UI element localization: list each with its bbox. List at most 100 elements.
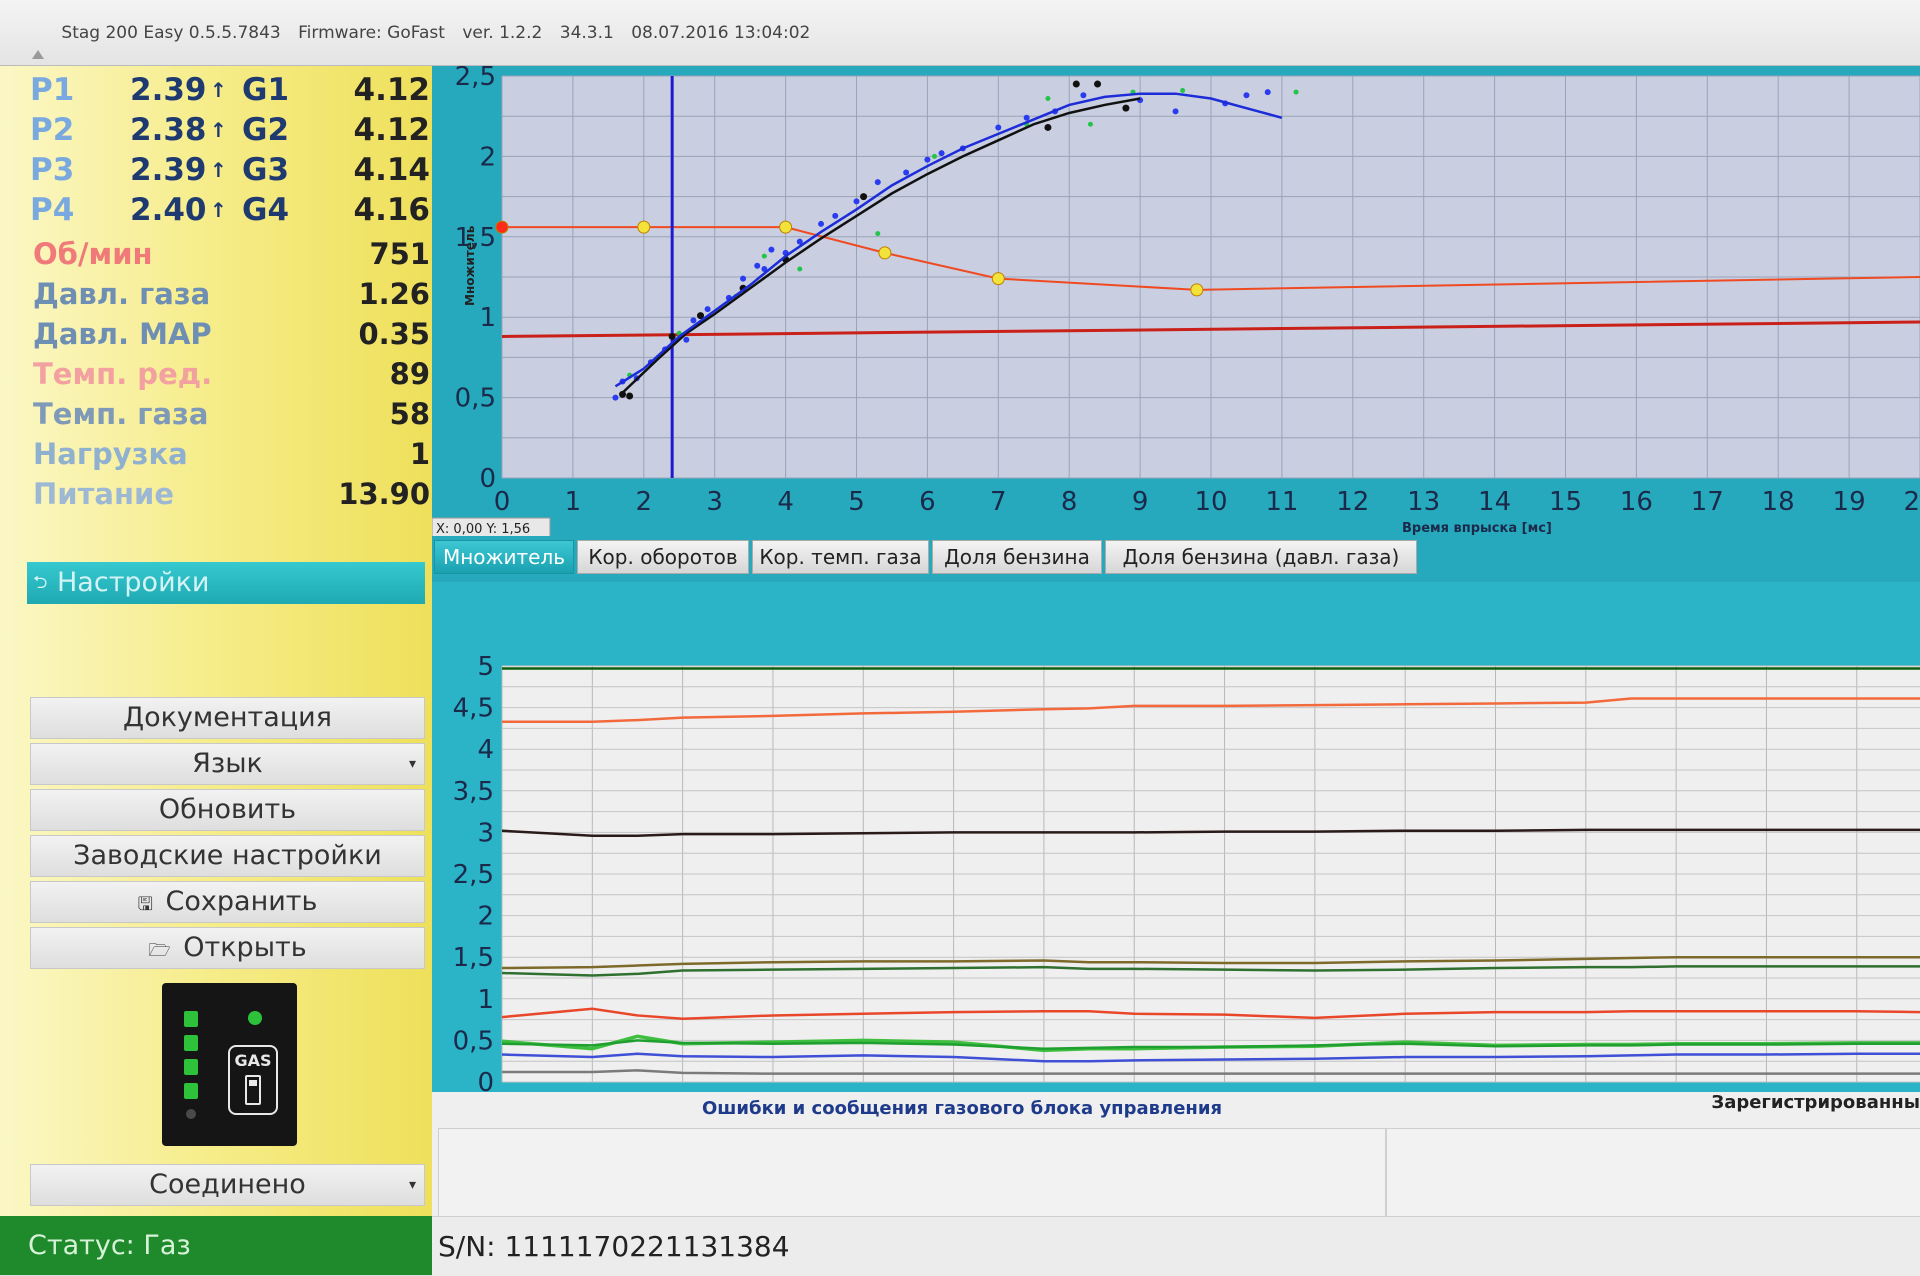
- tab-petrol-share-gas-pressure[interactable]: Доля бензина (давл. газа): [1105, 540, 1417, 574]
- left-panel: P1 2.39 ↑ G1 4.12 P2 2.38 ↑ G2 4.12 P3 2…: [0, 66, 432, 1275]
- status-bar: Статус: Газ: [0, 1216, 432, 1275]
- sensor-label: Нагрузка: [33, 437, 188, 471]
- language-label: Язык: [192, 748, 263, 779]
- sensor-label: Темп. ред.: [33, 357, 213, 391]
- sample-point-green: [1087, 121, 1093, 127]
- x-tick-label: 12: [1336, 487, 1369, 517]
- tab-multiplier[interactable]: Множитель: [434, 540, 574, 574]
- sample-point-blue: [832, 212, 839, 219]
- status-text: Статус: Газ: [28, 1230, 191, 1261]
- settings-header-label: Настройки: [57, 567, 210, 598]
- errors-list[interactable]: [438, 1128, 1386, 1224]
- y-tick-label: 1: [477, 985, 494, 1015]
- p-value: 2.39: [130, 72, 207, 108]
- tab-label: Множитель: [442, 545, 566, 569]
- multiplier-point: [495, 220, 509, 234]
- tab-petrol-share[interactable]: Доля бензина: [932, 540, 1102, 574]
- sample-point-blue: [995, 124, 1002, 131]
- led-level-3: [184, 1059, 198, 1075]
- sample-point-blue: [683, 336, 690, 343]
- sensor-supply-voltage: Питание 13.90: [30, 474, 430, 514]
- y-tick-label: 4,5: [453, 694, 494, 724]
- y-tick-label: 0,5: [453, 1026, 494, 1056]
- y-tick-label: 5: [477, 652, 494, 682]
- sample-point-blue: [690, 317, 697, 324]
- g-label: G3: [242, 152, 290, 188]
- sensor-value: 89: [389, 357, 430, 391]
- floppy-disk-icon: 🖫: [137, 894, 153, 915]
- language-select[interactable]: Язык ▾: [30, 743, 425, 785]
- chevron-down-icon: ▾: [408, 1177, 416, 1193]
- connection-select[interactable]: Соединено ▾: [30, 1164, 425, 1206]
- x-tick-label: 6: [919, 487, 936, 517]
- sample-point-black: [1122, 104, 1130, 112]
- g-value: 4.12: [353, 112, 431, 148]
- history-chart[interactable]: 00,511,522,533,544,550102030405060708090…: [432, 582, 1920, 1092]
- sample-point-blue: [1172, 108, 1179, 115]
- y-tick-label: 0: [477, 1068, 494, 1092]
- multiplier-point: [878, 246, 892, 260]
- sample-point-green: [875, 231, 881, 237]
- cursor-readout: X: 0,00 Y: 1,56: [436, 522, 530, 536]
- x-tick-label: 19: [1833, 487, 1866, 517]
- injector-row-4: P4 2.40 ↑ G4 4.16: [30, 190, 430, 230]
- led-reserve: [186, 1109, 196, 1119]
- settings-header[interactable]: ⮌ Настройки: [27, 562, 425, 604]
- chart-tabs: Множитель Кор. оборотов Кор. темп. газа …: [432, 536, 1920, 582]
- registered-list[interactable]: [1386, 1128, 1920, 1224]
- sample-point-green: [797, 266, 803, 272]
- x-axis-label: Время впрыска [мс]: [1402, 521, 1552, 536]
- title-datetime: 08.07.2016 13:04:02: [631, 23, 811, 43]
- connection-label: Соединено: [149, 1169, 306, 1200]
- p-label: P4: [30, 192, 75, 228]
- led-level-4: [184, 1083, 198, 1099]
- sample-point-black: [1094, 80, 1102, 88]
- injector-row-2: P2 2.38 ↑ G2 4.12: [30, 110, 430, 150]
- sample-point-black: [1044, 123, 1052, 131]
- y-tick-label: 2: [477, 902, 494, 932]
- tab-label: Кор. оборотов: [588, 545, 738, 569]
- documentation-button[interactable]: Документация: [30, 697, 425, 739]
- registered-title: Зарегистрированны: [1711, 1092, 1920, 1113]
- multiplier-chart[interactable]: 00,511,522,50 1 2 3 4 5 6 7 8 9 10 11 12 13 14 15 16 17 18…: [432, 66, 1920, 536]
- y-axis-label: Множитель: [463, 225, 477, 306]
- title-bar: Stag 200 Easy 0.5.5.7843 Firmware: GoFas…: [0, 0, 1920, 66]
- multiplier-point: [991, 272, 1005, 286]
- x-tick-label: 5: [848, 487, 865, 517]
- sensor-rpm: Об/мин 751: [30, 234, 430, 274]
- fuel-pump-icon[interactable]: GAS: [228, 1045, 278, 1115]
- y-tick-label: 1,5: [453, 943, 494, 973]
- x-tick-label: 17: [1691, 487, 1724, 517]
- x-tick-label: 0: [494, 487, 511, 517]
- title-version: ver. 1.2.2: [462, 23, 543, 43]
- sensor-value: 1: [409, 437, 430, 471]
- x-tick-label: 1: [565, 487, 582, 517]
- sensor-value: 1.26: [358, 277, 430, 311]
- led-gas-status: [248, 1011, 262, 1025]
- refresh-label: Обновить: [158, 794, 297, 825]
- x-tick-label: 7: [990, 487, 1007, 517]
- save-button[interactable]: 🖫 Сохранить: [30, 881, 425, 923]
- p-label: P1: [30, 72, 75, 108]
- factory-settings-button[interactable]: Заводские настройки: [30, 835, 425, 877]
- x-tick-label: 13: [1407, 487, 1440, 517]
- sensor-map-pressure: Давл. МАР 0.35: [30, 314, 430, 354]
- open-label: Открыть: [183, 932, 307, 963]
- p-label: P2: [30, 112, 75, 148]
- refresh-button[interactable]: Обновить: [30, 789, 425, 831]
- pump-shape: [245, 1075, 261, 1105]
- x-tick-label: 2: [636, 487, 653, 517]
- app-icon: [30, 25, 46, 59]
- sensor-load: Нагрузка 1: [30, 434, 430, 474]
- title-firmware: Firmware: GoFast: [298, 23, 445, 43]
- injector-row-1: P1 2.39 ↑ G1 4.12: [30, 70, 430, 110]
- open-button[interactable]: 🗁 Открыть: [30, 927, 425, 969]
- tab-gas-temp-correction[interactable]: Кор. темп. газа: [752, 540, 929, 574]
- tab-label: Доля бензина (давл. газа): [1122, 545, 1400, 569]
- g-value: 4.12: [353, 72, 431, 108]
- sample-point-blue: [768, 246, 775, 253]
- led-level-2: [184, 1035, 198, 1051]
- sample-point-black: [626, 392, 634, 400]
- tab-rpm-correction[interactable]: Кор. оборотов: [577, 540, 749, 574]
- y-tick-label: 3,5: [453, 777, 494, 807]
